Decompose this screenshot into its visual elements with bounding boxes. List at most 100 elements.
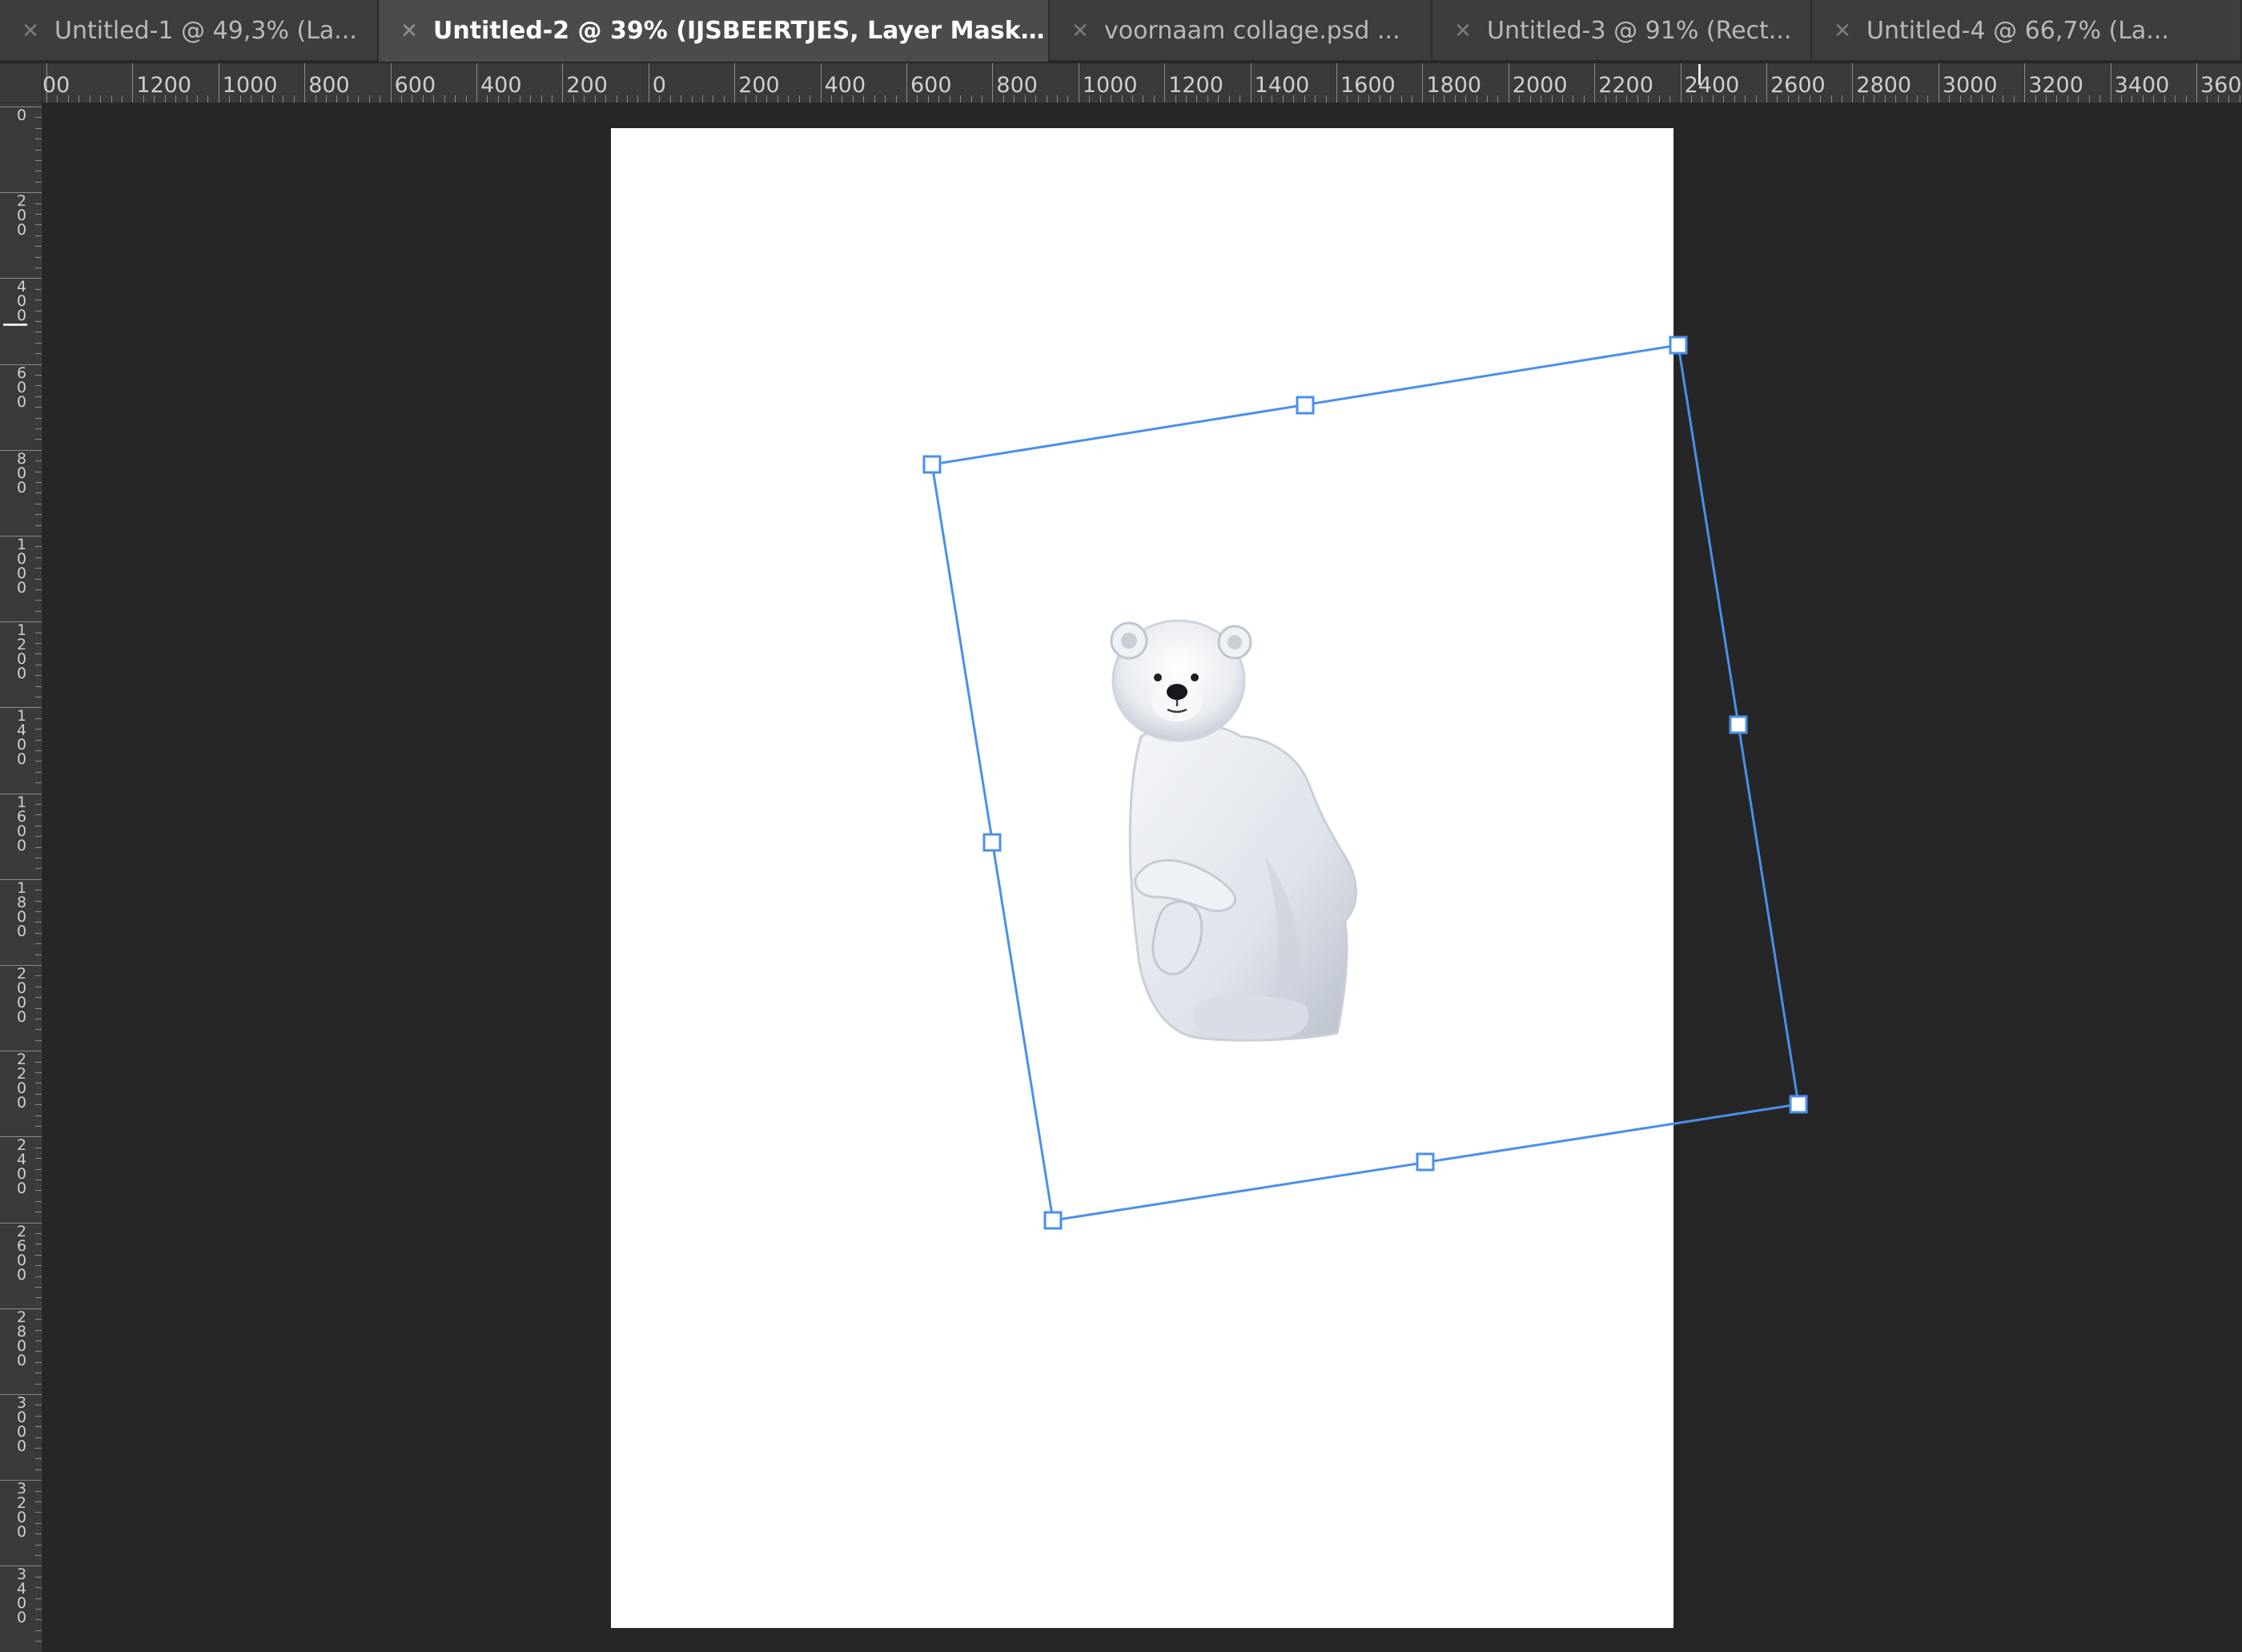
- ruler-tick: [540, 95, 542, 102]
- ruler-tick: [35, 846, 42, 848]
- ruler-tick: [35, 578, 42, 580]
- ruler-tick: [35, 900, 42, 902]
- ruler-tick: [35, 750, 42, 751]
- ruler-tick: [35, 643, 42, 644]
- ruler-tick: [35, 1361, 42, 1363]
- ruler-tick: [35, 1329, 42, 1331]
- ruler-tick: [35, 1383, 42, 1385]
- ruler-label: 400: [16, 278, 27, 325]
- polar-bear-image[interactable]: [1105, 617, 1361, 1049]
- ruler-tick: [1056, 95, 1058, 102]
- ruler-tick: [35, 997, 42, 999]
- ruler-label: 1600: [1340, 73, 1396, 98]
- ruler-tick: [35, 1115, 42, 1116]
- ruler-tick: [35, 1619, 42, 1621]
- ruler-tick: [35, 256, 42, 258]
- ruler-tick: [35, 396, 42, 397]
- ruler-label: 0: [652, 73, 666, 98]
- ruler-label: 3000: [16, 1394, 27, 1455]
- ruler-tick: [562, 63, 564, 102]
- ruler-tick: [35, 911, 42, 912]
- ruler-tick: [35, 1522, 42, 1524]
- tab-label: Untitled-2 @ 39% (IJSBEERTJES, Layer Mas…: [433, 17, 1048, 45]
- ruler-tick: [35, 460, 42, 462]
- ruler-tick: [35, 127, 42, 129]
- ruler-tick: [35, 804, 42, 805]
- ruler-corner[interactable]: [0, 63, 42, 103]
- ruler-label: 600: [910, 73, 952, 98]
- transform-handle-icon[interactable]: [1729, 715, 1748, 734]
- ruler-label: 600: [394, 73, 436, 98]
- ruler-label: 1200: [16, 621, 27, 683]
- horizontal-ruler[interactable]: 00 1200 1000 800 600 400 200 0 200 400 600 800 1000 1…: [42, 63, 2242, 103]
- vertical-ruler[interactable]: 0 200 400 600 800 1000 1200 1400 1600 1800 2000 220…: [0, 103, 42, 1652]
- ruler-tick: [35, 1276, 42, 1277]
- ruler-tick: [1422, 63, 1424, 102]
- tab-untitled-3[interactable]: ✕ Untitled-3 @ 91% (Rect...: [1432, 0, 1812, 62]
- ruler-tick: [35, 1287, 42, 1288]
- ruler-tick: [960, 95, 962, 102]
- ruler-tick: [1486, 95, 1488, 102]
- ruler-tick: [35, 1093, 42, 1095]
- ruler-tick: [35, 685, 42, 687]
- ruler-tick: [35, 717, 42, 719]
- ruler-tick: [35, 610, 42, 612]
- ruler-tick: [35, 117, 42, 119]
- ruler-tick: [35, 1437, 42, 1438]
- horizontal-ruler-cursor-marker: [1698, 64, 1701, 85]
- ruler-tick: [465, 95, 467, 102]
- ruler-label: 1000: [1082, 73, 1138, 98]
- close-icon[interactable]: ✕: [1448, 19, 1477, 43]
- transform-handle-icon[interactable]: [1043, 1211, 1063, 1230]
- ruler-tick: [35, 214, 42, 215]
- ruler-tick: [1745, 95, 1746, 102]
- transform-handle-icon[interactable]: [1296, 396, 1315, 415]
- ruler-tick: [35, 600, 42, 601]
- tab-voornaam-collage[interactable]: ✕ voornaam collage.psd ...: [1050, 0, 1432, 62]
- tab-untitled-4[interactable]: ✕ Untitled-4 @ 66,7% (La...: [1812, 0, 2242, 62]
- ruler-label: 200: [566, 73, 608, 98]
- ruler-tick: [35, 525, 42, 526]
- ruler-tick: [35, 932, 42, 934]
- tab-untitled-1[interactable]: ✕ Untitled-1 @ 49,3% (La...: [0, 0, 379, 62]
- close-icon[interactable]: ✕: [1828, 19, 1857, 43]
- ruler-tick: [35, 1641, 42, 1642]
- ruler-tick: [35, 1126, 42, 1127]
- ruler-tick: [820, 63, 822, 102]
- ruler-tick: [35, 181, 42, 183]
- close-icon[interactable]: ✕: [395, 19, 424, 43]
- ruler-tick: [35, 492, 42, 494]
- ruler-tick: [2024, 63, 2026, 102]
- transform-handle-icon[interactable]: [1789, 1095, 1808, 1114]
- close-icon[interactable]: ✕: [16, 19, 45, 43]
- transform-handle-icon[interactable]: [1669, 336, 1688, 355]
- transform-handle-icon[interactable]: [1416, 1152, 1435, 1172]
- ruler-tick: [2013, 95, 2015, 102]
- ruler-tick: [35, 1598, 42, 1599]
- ruler-tick: [35, 353, 42, 355]
- ruler-tick: [100, 95, 102, 102]
- ruler-tick: [637, 95, 639, 102]
- ruler-label: 800: [996, 73, 1038, 98]
- ruler-tick: [368, 95, 370, 102]
- ruler-tick: [1153, 95, 1155, 102]
- ruler-tick: [1755, 95, 1757, 102]
- tab-label: voornaam collage.psd ...: [1104, 17, 1400, 45]
- ruler-label: 00: [42, 73, 70, 98]
- ruler-tick: [35, 514, 42, 516]
- ruler-tick: [35, 1007, 42, 1009]
- ruler-tick: [35, 868, 42, 870]
- close-icon[interactable]: ✕: [1066, 19, 1095, 43]
- ruler-tick: [1067, 95, 1069, 102]
- ruler-tick: [35, 1061, 42, 1063]
- transform-handle-icon[interactable]: [922, 455, 942, 474]
- ruler-label: 600: [16, 364, 27, 411]
- tab-label: Untitled-4 @ 66,7% (La...: [1866, 17, 2169, 45]
- transform-handle-icon[interactable]: [982, 833, 1002, 852]
- ruler-tick: [1594, 63, 1596, 102]
- ruler-tick: [1658, 95, 1660, 102]
- tab-untitled-2[interactable]: ✕ Untitled-2 @ 39% (IJSBEERTJES, Layer M…: [379, 0, 1050, 62]
- ruler-tick: [35, 203, 42, 204]
- ruler-tick: [970, 95, 972, 102]
- ruler-tick: [35, 224, 42, 226]
